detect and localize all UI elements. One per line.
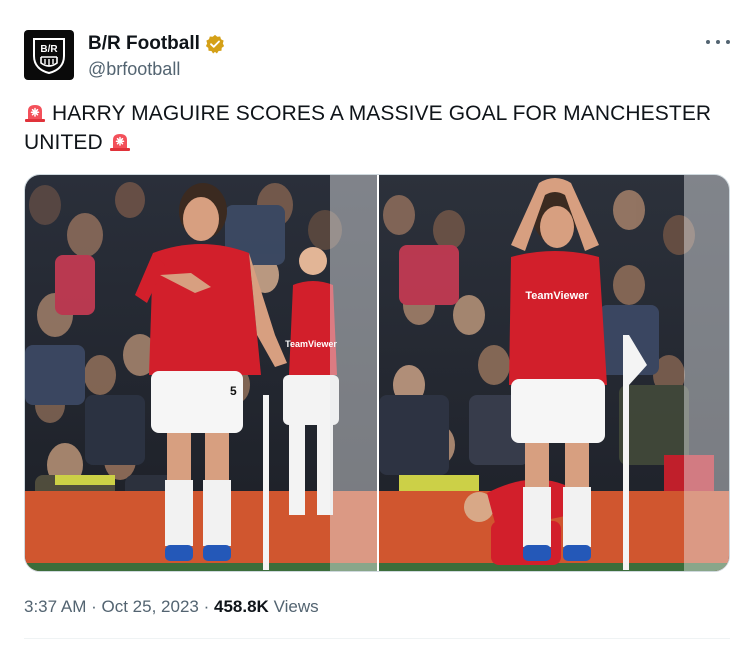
photo-left-image: TeamViewer 5 bbox=[25, 175, 377, 571]
tweet-time[interactable]: 3:37 AM bbox=[24, 597, 86, 616]
media-divider bbox=[377, 175, 379, 571]
shirt-sponsor-right: TeamViewer bbox=[525, 290, 589, 302]
meta-separator: · bbox=[203, 597, 210, 616]
more-dot-icon bbox=[726, 40, 730, 44]
avatar[interactable]: B/R bbox=[24, 30, 74, 80]
display-name[interactable]: B/R Football bbox=[88, 33, 200, 55]
shirt-number-left: 5 bbox=[230, 384, 237, 398]
more-options-button[interactable] bbox=[706, 34, 730, 50]
views-count: 458.8K bbox=[214, 597, 269, 616]
tweet-text-line2: UNITED bbox=[24, 131, 103, 154]
author-name-row: B/R Football bbox=[88, 33, 225, 55]
siren-icon bbox=[25, 105, 45, 122]
tweet-text-line1: HARRY MAGUIRE SCORES A MASSIVE GOAL FOR … bbox=[51, 102, 712, 125]
views-label: Views bbox=[273, 597, 319, 616]
photo-left[interactable]: TeamViewer 5 bbox=[25, 175, 377, 571]
br-logo-icon: B/R bbox=[33, 38, 65, 74]
tweet-card: B/R B/R Football @brfootball HARRY MAGUI… bbox=[0, 0, 750, 648]
siren-icon bbox=[109, 134, 130, 151]
shirt-sponsor-left: TeamViewer bbox=[285, 339, 337, 349]
tweet-media[interactable]: TeamViewer 5 TeamViewer bbox=[24, 174, 730, 572]
author-handle[interactable]: @brfootball bbox=[88, 58, 180, 80]
tweet-meta: 3:37 AM · Oct 25, 2023 · 458.8K Views bbox=[24, 596, 319, 618]
tweet-date[interactable]: Oct 25, 2023 bbox=[102, 597, 199, 616]
divider bbox=[24, 638, 730, 639]
tweet-text: HARRY MAGUIRE SCORES A MASSIVE GOAL FOR … bbox=[24, 99, 724, 157]
photo-right-image: TeamViewer bbox=[379, 175, 729, 571]
photo-right[interactable]: TeamViewer bbox=[379, 175, 729, 571]
more-dot-icon bbox=[716, 40, 720, 44]
more-dot-icon bbox=[706, 40, 710, 44]
avatar-logo-text: B/R bbox=[40, 44, 58, 55]
verified-badge-icon[interactable] bbox=[205, 34, 225, 54]
meta-separator: · bbox=[91, 597, 97, 616]
